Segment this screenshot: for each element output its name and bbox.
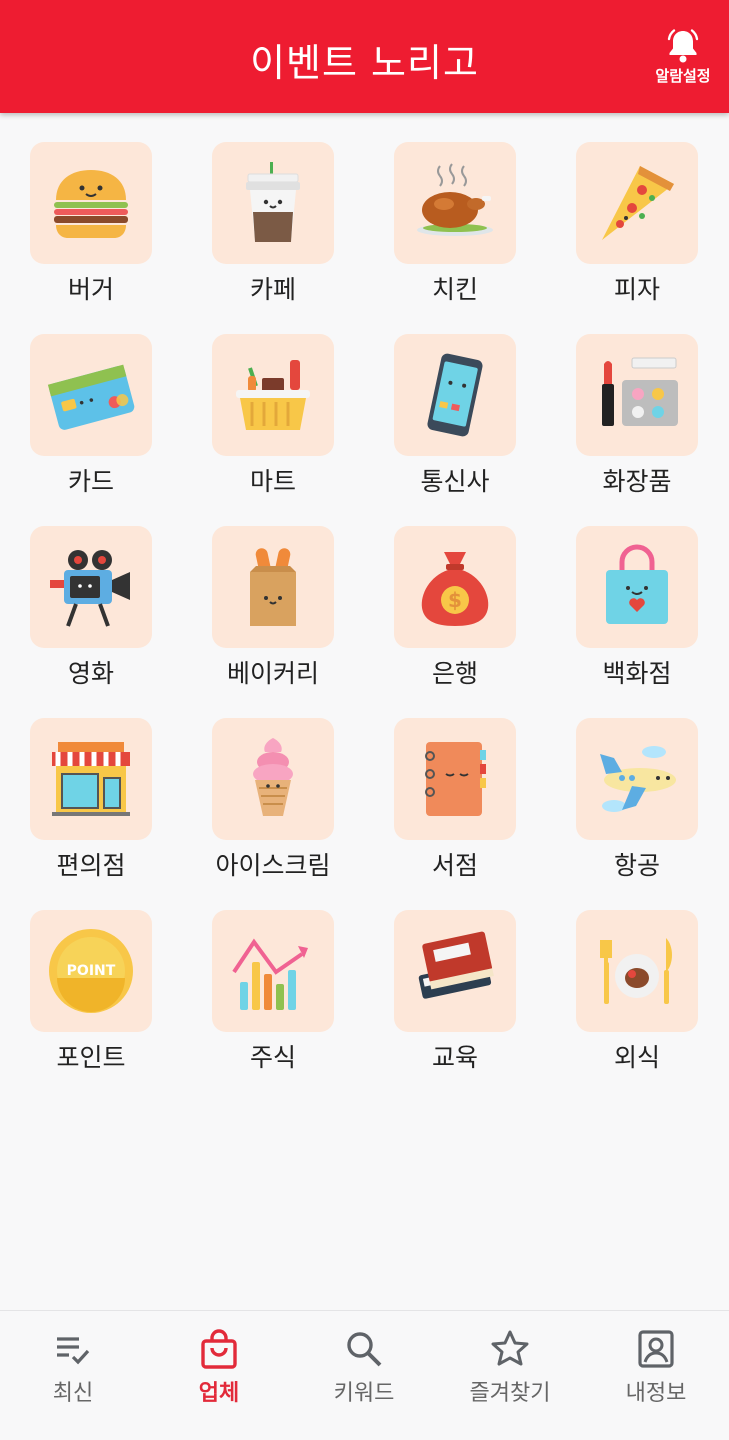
bell-icon xyxy=(667,29,699,63)
shopping-bag-icon xyxy=(201,1329,237,1369)
category-label: 백화점 xyxy=(602,659,672,688)
nav-companies[interactable]: 업체 xyxy=(146,1329,292,1429)
category-mart[interactable]: 마트 xyxy=(182,334,364,524)
checklist-icon xyxy=(57,1337,90,1365)
shopping-bag-icon xyxy=(606,544,668,624)
money-bag-icon: $ xyxy=(421,552,489,626)
convenience-store-icon xyxy=(52,742,130,816)
credit-card-icon xyxy=(47,364,135,430)
nav-favorites[interactable]: 즐겨찾기 xyxy=(437,1329,583,1429)
pizza-slice-icon xyxy=(602,166,674,240)
airplane-icon xyxy=(600,746,676,812)
point-coin-icon: POINT xyxy=(49,929,133,1013)
category-label: 주식 xyxy=(249,1043,296,1072)
nav-label: 최신 xyxy=(52,1381,94,1406)
category-label: 카드 xyxy=(67,467,114,496)
category-dining-out[interactable]: 외식 xyxy=(546,910,728,1100)
alarm-settings-label: 알람설정 xyxy=(655,67,711,85)
ice-cream-icon xyxy=(253,738,293,816)
nav-latest[interactable]: 최신 xyxy=(0,1329,146,1429)
category-label: 외식 xyxy=(613,1043,660,1072)
category-chicken[interactable]: 치킨 xyxy=(364,142,546,332)
category-pizza[interactable]: 피자 xyxy=(546,142,728,332)
category-point[interactable]: POINT 포인트 xyxy=(0,910,182,1100)
category-label: 버거 xyxy=(67,275,114,304)
dining-icon xyxy=(600,938,672,1004)
stock-chart-icon xyxy=(232,938,308,1010)
burger-icon xyxy=(54,170,128,238)
category-label: 피자 xyxy=(613,275,660,304)
category-ice-cream[interactable]: 아이스크림 xyxy=(182,718,364,908)
grocery-basket-icon xyxy=(236,360,310,430)
category-department-store[interactable]: 백화점 xyxy=(546,526,728,716)
svg-text:$: $ xyxy=(448,588,462,612)
nav-label: 키워드 xyxy=(333,1381,395,1406)
category-label: 베이커리 xyxy=(226,659,319,688)
category-label: 화장품 xyxy=(602,467,672,496)
category-label: 카페 xyxy=(249,275,296,304)
coffee-cup-icon xyxy=(246,162,300,242)
category-label: 서점 xyxy=(431,851,478,880)
bottom-navigation: 최신 업체 키워드 즐겨찾기 내정보 xyxy=(0,1310,729,1440)
search-icon xyxy=(347,1332,382,1367)
nav-label: 업체 xyxy=(198,1381,240,1406)
profile-icon xyxy=(638,1330,674,1368)
category-cosmetics[interactable]: 화장품 xyxy=(546,334,728,524)
category-card[interactable]: 카드 xyxy=(0,334,182,524)
textbooks-icon xyxy=(418,931,494,999)
category-label: 은행 xyxy=(431,659,478,688)
category-telecom[interactable]: 통신사 xyxy=(364,334,546,524)
book-icon xyxy=(425,742,486,816)
category-label: 치킨 xyxy=(431,275,478,304)
category-cafe[interactable]: 카페 xyxy=(182,142,364,332)
nav-label: 즐겨찾기 xyxy=(469,1381,551,1406)
category-label: 포인트 xyxy=(56,1043,126,1072)
alarm-settings-button[interactable]: 알람설정 xyxy=(647,28,719,86)
category-bank[interactable]: $ 은행 xyxy=(364,526,546,716)
category-label: 아이스크림 xyxy=(215,851,331,880)
nav-label: 내정보 xyxy=(625,1381,687,1406)
nav-keyword[interactable]: 키워드 xyxy=(291,1329,437,1429)
category-airline[interactable]: 항공 xyxy=(546,718,728,908)
app-header: 이벤트 노리고 알람설정 xyxy=(0,0,729,113)
category-label: 항공 xyxy=(613,851,660,880)
roast-chicken-icon xyxy=(417,163,493,236)
category-bakery[interactable]: 베이커리 xyxy=(182,526,364,716)
bread-bag-icon xyxy=(250,548,296,626)
category-label: 마트 xyxy=(249,467,296,496)
category-label: 교육 xyxy=(431,1043,478,1072)
category-bookstore[interactable]: 서점 xyxy=(364,718,546,908)
nav-my-info[interactable]: 내정보 xyxy=(583,1329,729,1429)
smartphone-icon xyxy=(427,353,483,437)
svg-text:POINT: POINT xyxy=(67,963,116,979)
category-burger[interactable]: 버거 xyxy=(0,142,182,332)
category-education[interactable]: 교육 xyxy=(364,910,546,1100)
category-label: 편의점 xyxy=(56,851,126,880)
category-label: 영화 xyxy=(67,659,114,688)
cosmetics-icon xyxy=(602,357,678,426)
star-icon xyxy=(491,1330,529,1366)
category-label: 통신사 xyxy=(420,467,490,496)
movie-camera-icon xyxy=(50,550,130,627)
category-convenience-store[interactable]: 편의점 xyxy=(0,718,182,908)
category-movie[interactable]: 영화 xyxy=(0,526,182,716)
category-stocks[interactable]: 주식 xyxy=(182,910,364,1100)
app-title: 이벤트 노리고 xyxy=(250,41,479,85)
